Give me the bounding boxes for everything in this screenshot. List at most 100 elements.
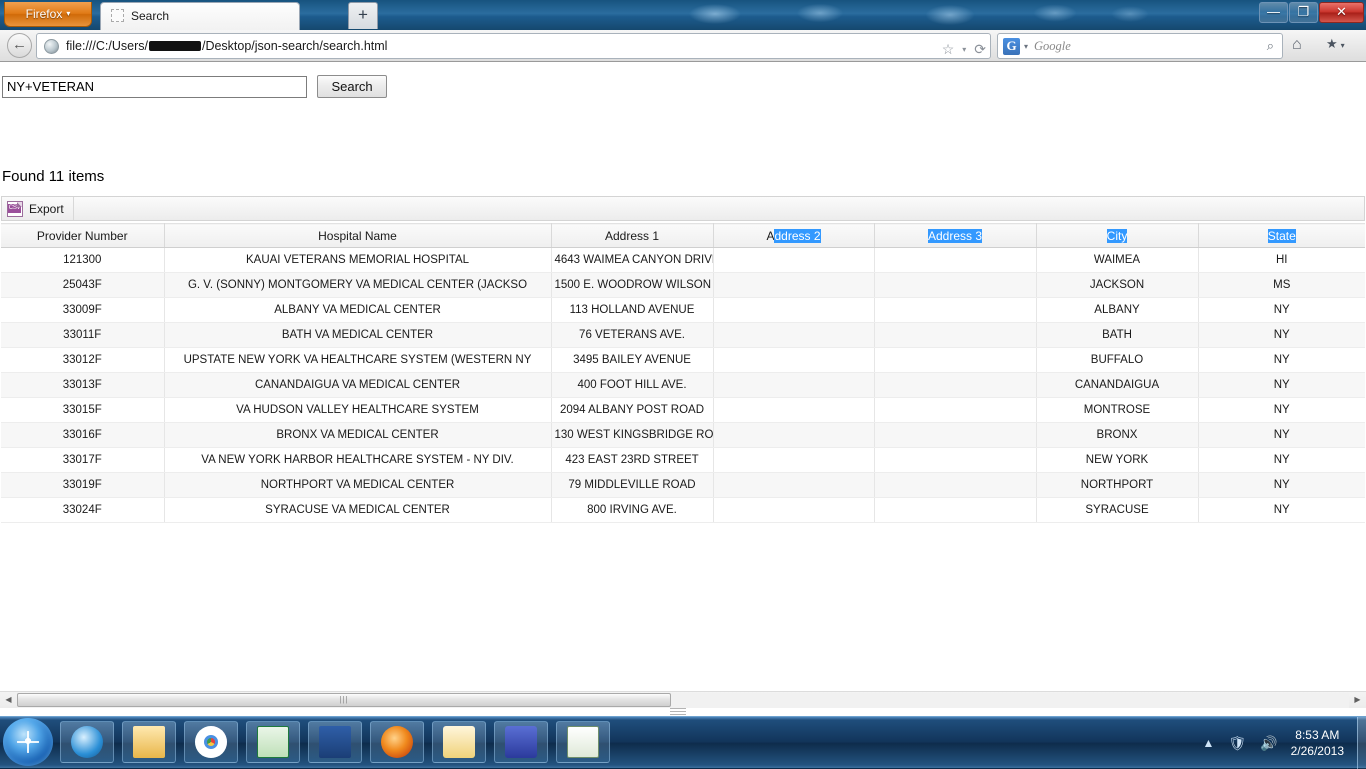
table-cell-address-2 [713, 372, 875, 398]
chevron-down-icon: ▾ [1340, 41, 1345, 50]
grid-toolbar: CSV Export [1, 196, 1365, 221]
windows-taskbar: ▲ 🛡 🔊 8:53 AM 2/26/2013 [0, 716, 1366, 769]
table-cell-address-1: 2094 ALBANY POST ROAD [551, 397, 714, 423]
search-input[interactable] [2, 75, 307, 98]
bookmarks-icon[interactable]: ★ ▾ [1326, 36, 1345, 52]
table-cell-provider-number: 33016F [1, 422, 165, 448]
taskbar-item-microsoft-outlook[interactable] [432, 721, 486, 763]
table-cell-address-1: 800 IRVING AVE. [551, 497, 714, 523]
table-cell-state: NY [1198, 322, 1365, 348]
table-cell-address-2 [713, 397, 875, 423]
taskbar-item-mozilla-firefox[interactable] [370, 721, 424, 763]
grid-header-row: Provider Number Hospital Name Address 1 … [1, 223, 1365, 248]
table-cell-city: BRONX [1036, 422, 1199, 448]
table-row[interactable]: 33017F VA NEW YORK HARBOR HEALTHCARE SYST… [1, 447, 1365, 473]
table-row[interactable]: 33015F VA HUDSON VALLEY HEALTHCARE SYSTEM… [1, 397, 1365, 423]
table-cell-state: NY [1198, 447, 1365, 473]
table-row[interactable]: 121300 KAUAI VETERANS MEMORIAL HOSPITAL 46… [1, 247, 1365, 273]
table-cell-address-2 [713, 497, 875, 523]
table-row[interactable]: 33019F NORTHPORT VA MEDICAL CENTER 79 MIDD… [1, 472, 1365, 498]
column-header-state[interactable]: State [1198, 223, 1365, 248]
table-row[interactable]: 33024F SYRACUSE VA MEDICAL CENTER 800 IRVI… [1, 497, 1365, 523]
navigation-toolbar: ← file:///C:/Users/ /Desktop/json-search/… [0, 30, 1366, 62]
table-cell-city: WAIMEA [1036, 247, 1199, 273]
table-row[interactable]: 33016F BRONX VA MEDICAL CENTER 130 WEST KI… [1, 422, 1365, 448]
column-header-address-2[interactable]: Address 2 [713, 223, 875, 248]
table-cell-provider-number: 33011F [1, 322, 165, 348]
close-button[interactable]: ✕ [1319, 2, 1364, 23]
new-tab-button[interactable]: + [348, 2, 378, 29]
show-desktop-button[interactable] [1357, 717, 1366, 769]
table-cell-state: NY [1198, 472, 1365, 498]
resize-grip[interactable] [670, 707, 686, 716]
search-bar[interactable]: G ▾ Google ⌕ [997, 33, 1283, 59]
column-label: Hospital Name [318, 228, 397, 243]
table-row[interactable]: 33009F ALBANY VA MEDICAL CENTER 113 HOLLAN… [1, 297, 1365, 323]
column-header-address-3[interactable]: Address 3 [874, 223, 1037, 248]
taskbar-item-windows-explorer[interactable] [122, 721, 176, 763]
taskbar-item-microsoft-excel[interactable] [246, 721, 300, 763]
table-row[interactable]: 33013F CANANDAIGUA VA MEDICAL CENTER 400 F… [1, 372, 1365, 398]
title-bar: Firefox ▾ Search + — ❐ ✕ [0, 0, 1366, 30]
start-button-icon[interactable] [3, 718, 53, 766]
bookmark-star-icon[interactable]: ☆ [942, 41, 955, 58]
tab-search[interactable]: Search [100, 2, 300, 30]
scroll-left-arrow-icon[interactable]: ◀ [0, 692, 17, 708]
table-cell-address-3 [874, 497, 1037, 523]
chevron-down-icon: ▾ [66, 9, 71, 18]
show-hidden-icons-icon[interactable]: ▲ [1203, 736, 1215, 750]
globe-icon [44, 38, 59, 54]
taskbar-item-google-chrome[interactable] [184, 721, 238, 763]
communicator-icon [505, 726, 537, 758]
table-cell-hospital-name: BRONX VA MEDICAL CENTER [164, 422, 552, 448]
home-icon[interactable]: ⌂ [1292, 36, 1302, 54]
table-row[interactable]: 33011F BATH VA MEDICAL CENTER 76 VETERANS … [1, 322, 1365, 348]
table-cell-hospital-name: G. V. (SONNY) MONTGOMERY VA MEDICAL CENT… [164, 272, 552, 298]
minimize-button[interactable]: — [1259, 2, 1288, 23]
column-header-provider-number[interactable]: Provider Number [1, 223, 165, 248]
google-logo-icon[interactable]: G [1003, 37, 1020, 55]
clock-time: 8:53 AM [1295, 728, 1340, 742]
address-bar[interactable]: file:///C:/Users/ /Desktop/json-search/se… [36, 33, 991, 59]
antivirus-icon[interactable]: 🛡 [1228, 735, 1246, 752]
table-cell-address-3 [874, 422, 1037, 448]
firefox-menu-button[interactable]: Firefox ▾ [4, 2, 92, 27]
export-label: Export [29, 201, 64, 216]
horizontal-scrollbar[interactable]: ◀ ||| ▶ [0, 691, 1366, 708]
column-header-hospital-name[interactable]: Hospital Name [164, 223, 552, 248]
table-cell-provider-number: 33019F [1, 472, 165, 498]
volume-icon[interactable]: 🔊 [1260, 735, 1277, 752]
chevron-down-icon[interactable]: ▾ [1024, 42, 1028, 51]
table-cell-city: JACKSON [1036, 272, 1199, 298]
windows-explorer-icon [133, 726, 165, 758]
clock[interactable]: 8:53 AM 2/26/2013 [1291, 727, 1344, 759]
back-button[interactable]: ← [7, 33, 32, 58]
table-cell-state: NY [1198, 422, 1365, 448]
scrollbar-thumb[interactable]: ||| [17, 693, 671, 707]
scroll-right-arrow-icon[interactable]: ▶ [1349, 692, 1366, 708]
table-row[interactable]: 25043F G. V. (SONNY) MONTGOMERY VA MEDICA… [1, 272, 1365, 298]
table-cell-hospital-name: BATH VA MEDICAL CENTER [164, 322, 552, 348]
column-header-city[interactable]: City [1036, 223, 1199, 248]
table-cell-hospital-name: KAUAI VETERANS MEMORIAL HOSPITAL [164, 247, 552, 273]
taskbar-item-folder-shortcut[interactable] [308, 721, 362, 763]
column-header-address-1[interactable]: Address 1 [551, 223, 714, 248]
table-cell-hospital-name: UPSTATE NEW YORK VA HEALTHCARE SYSTEM (W… [164, 347, 552, 373]
table-cell-address-3 [874, 372, 1037, 398]
maximize-button[interactable]: ❐ [1289, 2, 1318, 23]
reload-icon[interactable]: ⟳ [974, 41, 986, 58]
chevron-down-icon[interactable]: ▾ [962, 45, 966, 54]
export-button[interactable]: CSV Export [2, 197, 74, 220]
taskbar-item-communicator[interactable] [494, 721, 548, 763]
taskbar-item-internet-explorer[interactable] [60, 721, 114, 763]
table-cell-state: NY [1198, 372, 1365, 398]
tab-label: Search [131, 9, 170, 23]
table-row[interactable]: 33012F UPSTATE NEW YORK VA HEALTHCARE SYS… [1, 347, 1365, 373]
table-cell-provider-number: 121300 [1, 247, 165, 273]
scrollbar-track[interactable]: ||| [17, 693, 1349, 708]
search-icon[interactable]: ⌕ [1267, 38, 1274, 54]
search-button[interactable]: Search [317, 75, 387, 98]
taskbar-item-notepad-document[interactable] [556, 721, 610, 763]
table-cell-address-1: 400 FOOT HILL AVE. [551, 372, 714, 398]
table-cell-hospital-name: ALBANY VA MEDICAL CENTER [164, 297, 552, 323]
